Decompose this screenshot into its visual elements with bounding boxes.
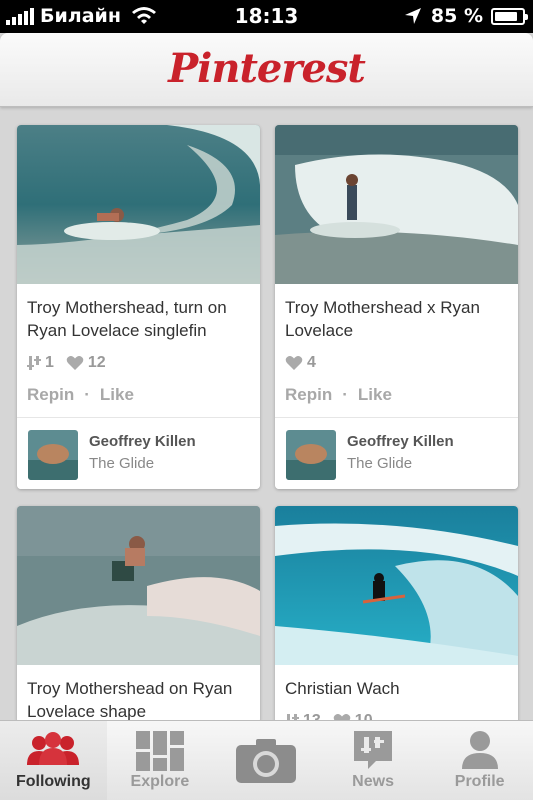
pinterest-logo: Pinterest bbox=[168, 45, 366, 92]
repin-icon bbox=[27, 356, 41, 370]
tab-camera[interactable] bbox=[213, 721, 320, 800]
battery-icon bbox=[491, 7, 528, 25]
like-count-value: 10 bbox=[355, 712, 373, 720]
pinner-avatar[interactable] bbox=[286, 430, 336, 480]
pin-stats: 13 10 bbox=[275, 700, 518, 720]
battery-fill bbox=[495, 11, 518, 21]
repin-icon bbox=[287, 714, 299, 720]
pin-stats: 1 12 bbox=[17, 342, 260, 375]
tab-label: Explore bbox=[130, 773, 190, 790]
pin-stats: 4 bbox=[275, 342, 518, 375]
pin-actions: Repin · Like bbox=[275, 375, 518, 417]
pin-description: Christian Wach bbox=[285, 679, 400, 698]
pin-card[interactable]: Christian Wach 13 10 bbox=[275, 506, 518, 720]
news-icon bbox=[354, 731, 393, 769]
like-count-value: 12 bbox=[87, 354, 106, 371]
pin-image[interactable] bbox=[17, 506, 260, 665]
board-name[interactable]: The Glide bbox=[89, 455, 154, 472]
tab-label: Following bbox=[15, 773, 91, 790]
tab-news[interactable]: News bbox=[320, 721, 427, 800]
status-bar: Билайн 18:13 85 % bbox=[0, 0, 533, 33]
like-count: 12 bbox=[66, 354, 106, 372]
repin-count-value: 1 bbox=[45, 354, 54, 371]
repin-count-value: 13 bbox=[303, 712, 321, 720]
pin-description: Troy Mothershead on Ryan Lovelace shape bbox=[27, 679, 233, 720]
pinner-avatar[interactable] bbox=[28, 430, 78, 480]
pin-attribution[interactable]: Geoffrey Killen The Glide bbox=[17, 417, 260, 489]
pin-card[interactable]: Troy Mothershead x Ryan Lovelace 4 Repin… bbox=[275, 125, 518, 489]
pinner-name[interactable]: Geoffrey Killen bbox=[347, 433, 454, 450]
person-icon bbox=[461, 731, 498, 769]
pin-image[interactable] bbox=[275, 506, 518, 665]
location-arrow-icon bbox=[404, 8, 421, 24]
like-button[interactable]: Like bbox=[358, 385, 392, 404]
tab-label: Profile bbox=[454, 773, 505, 790]
status-right: 85 % bbox=[403, 5, 528, 27]
board-name[interactable]: The Glide bbox=[347, 455, 412, 472]
separator-dot: · bbox=[342, 385, 348, 404]
like-count: 10 bbox=[333, 712, 373, 720]
pin-card[interactable]: Troy Mothershead on Ryan Lovelace shape bbox=[17, 506, 260, 720]
tab-profile[interactable]: Profile bbox=[426, 721, 533, 800]
like-count: 4 bbox=[285, 354, 316, 372]
pin-image[interactable] bbox=[17, 125, 260, 284]
repin-count: 1 bbox=[27, 354, 54, 372]
pin-feed[interactable]: Troy Mothershead, turn on Ryan Lovelace … bbox=[0, 108, 533, 720]
camera-icon bbox=[236, 739, 297, 783]
tab-bar: Following Explore News Profile bbox=[0, 720, 533, 800]
like-count-value: 4 bbox=[307, 354, 316, 371]
heart-icon bbox=[66, 356, 84, 370]
separator-dot: · bbox=[84, 385, 90, 404]
repin-button[interactable]: Repin bbox=[285, 385, 332, 404]
repin-button[interactable]: Repin bbox=[27, 385, 74, 404]
pin-actions: Repin · Like bbox=[17, 375, 260, 417]
pin-card[interactable]: Troy Mothershead, turn on Ryan Lovelace … bbox=[17, 125, 260, 489]
heart-icon bbox=[285, 356, 303, 370]
pinner-name[interactable]: Geoffrey Killen bbox=[89, 433, 196, 450]
pin-description: Troy Mothershead, turn on Ryan Lovelace … bbox=[27, 298, 227, 340]
repin-count: 13 bbox=[285, 712, 321, 720]
nav-bar: Pinterest bbox=[0, 33, 533, 107]
grid-icon bbox=[135, 731, 184, 771]
tab-explore[interactable]: Explore bbox=[107, 721, 214, 800]
battery-percent: 85 % bbox=[430, 5, 483, 27]
heart-icon bbox=[333, 714, 351, 720]
like-button[interactable]: Like bbox=[100, 385, 134, 404]
pin-image[interactable] bbox=[275, 125, 518, 284]
people-icon bbox=[27, 732, 80, 765]
tab-following[interactable]: Following bbox=[0, 721, 107, 800]
pin-attribution[interactable]: Geoffrey Killen The Glide bbox=[275, 417, 518, 489]
pin-description: Troy Mothershead x Ryan Lovelace bbox=[285, 298, 480, 340]
tab-label: News bbox=[352, 773, 394, 790]
